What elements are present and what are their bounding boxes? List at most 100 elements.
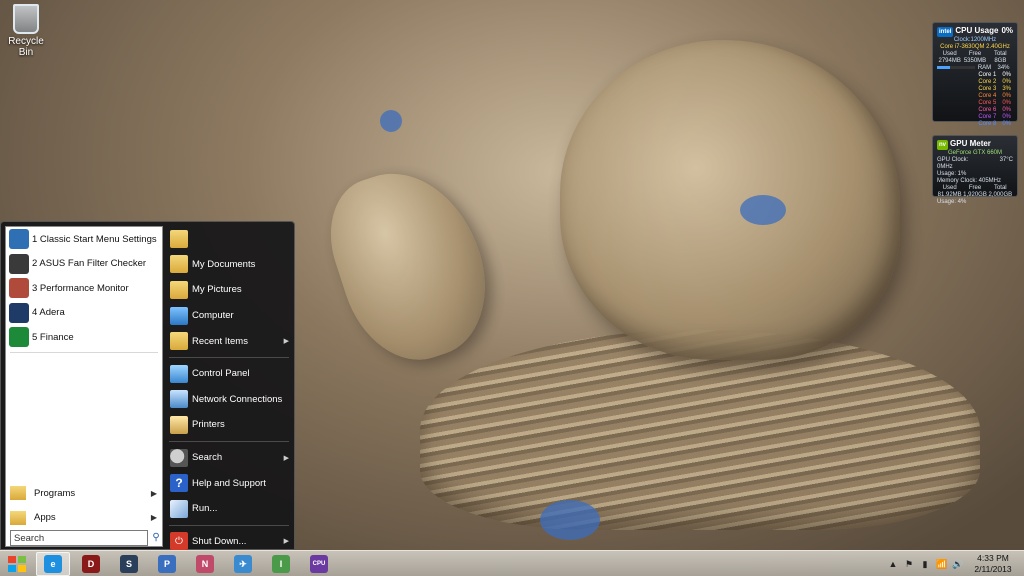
run-item[interactable]: Run... (165, 496, 293, 522)
recent-items-icon (170, 332, 188, 351)
core-value: 3% (1002, 86, 1011, 92)
taskbar-photo-app-button[interactable]: I (264, 552, 298, 576)
core-value: 0% (1002, 100, 1011, 106)
core-row: Core 4 0% (937, 93, 1013, 100)
gauge-icon (9, 278, 29, 299)
airplane-app-icon: ✈ (234, 555, 252, 573)
apps-menu-item[interactable]: Apps ▶ (6, 506, 162, 531)
cpu-usage-gadget[interactable]: intel CPU Usage 0% Clock:1200MHz Core i7-… (932, 22, 1018, 127)
ram-header-used: Used (942, 51, 957, 57)
run-icon (170, 499, 188, 518)
taskbar-diablo-button[interactable]: D (74, 552, 108, 576)
ram-total: 8GB (994, 58, 1007, 64)
computer-item[interactable]: Computer (165, 303, 293, 329)
taskbar-cpu-z-button[interactable]: CPU (302, 552, 336, 576)
taskbar-airplane-app-button[interactable]: ✈ (226, 552, 260, 576)
printer-icon (170, 415, 188, 434)
pinned-program-item[interactable]: 3 Performance Monitor (6, 276, 162, 301)
user-folder-item[interactable] (165, 226, 293, 252)
wallpaper-collar (420, 330, 980, 530)
gpu-mem-header-used: Used (942, 185, 957, 191)
gpu-mem-usage: Usage: 4% (937, 199, 967, 205)
gpu-mem-header-total: Total (993, 185, 1007, 191)
apps-label: Apps (34, 512, 56, 524)
gpu-meter-gadget[interactable]: nv GPU Meter GeForce GTX 660M GPU Clock: … (932, 135, 1018, 205)
tray-expand-icon[interactable]: ▲ (888, 559, 898, 569)
taskbar-paint-app-button[interactable]: P (150, 552, 184, 576)
ram-header-total: Total (993, 51, 1007, 57)
system-tray: ▲ ⚑ ▮ 📶 🔊 (888, 555, 964, 573)
gpu-clock: GPU Clock: 0MHz (937, 157, 969, 170)
my-pictures-label: My Pictures (192, 284, 242, 296)
shut-down-label: Shut Down... (192, 535, 247, 547)
tray-battery-icon[interactable]: ▮ (920, 559, 930, 570)
paint-app-icon: P (158, 555, 176, 573)
core-value: 0% (1002, 114, 1011, 120)
gpu-mem-free: 1,920GB (963, 192, 987, 198)
pinned-programs-list: 1 Classic Start Menu Settings 2 ASUS Fan … (6, 227, 162, 350)
right-pane-divider (169, 356, 289, 358)
pinned-program-label: 5 Finance (32, 331, 74, 343)
nvidia-logo-icon: nv (937, 140, 949, 150)
taskbar-internet-explorer-button[interactable]: e (36, 552, 70, 576)
gpu-usage: Usage: 1% (937, 171, 967, 177)
help-support-item[interactable]: ? Help and Support (165, 470, 293, 496)
right-pane-divider (169, 524, 289, 526)
core-row: Core 6 0% (937, 107, 1013, 114)
tray-flag-icon[interactable]: ⚑ (904, 559, 914, 570)
taskbar-steam-button[interactable]: S (112, 552, 146, 576)
documents-folder-icon (170, 255, 188, 274)
taskbar: e D S P N ✈ I CPU ▲ ⚑ ▮ 📶 🔊 4:33 PM 2/11/2013 (0, 550, 1024, 576)
ram-percent: 34% (997, 65, 1010, 71)
ram-label: RAM (977, 65, 992, 71)
chevron-right-icon: ▶ (283, 338, 289, 346)
pinned-program-item[interactable]: 2 ASUS Fan Filter Checker (6, 252, 162, 277)
taskbar-network-tool-button[interactable]: N (188, 552, 222, 576)
printers-item[interactable]: Printers (165, 412, 293, 438)
gpu-mem-used: 81.92MB (937, 192, 962, 198)
search-magnifier-icon[interactable]: ⚲ (149, 530, 163, 546)
recent-items-item[interactable]: Recent Items ▶ (165, 328, 293, 354)
search-item[interactable]: Search ▶ (165, 445, 293, 471)
my-documents-item[interactable]: My Documents (165, 252, 293, 278)
core-label: Core 4 (978, 93, 997, 99)
adera-icon (9, 302, 29, 323)
start-search-input[interactable] (10, 530, 148, 546)
chevron-right-icon: ▶ (283, 538, 289, 546)
start-menu[interactable]: 1 Classic Start Menu Settings 2 ASUS Fan … (0, 221, 295, 551)
pinned-program-item[interactable]: 5 Finance (6, 325, 162, 350)
help-icon: ? (170, 474, 188, 493)
core-label: Core 6 (978, 107, 997, 113)
pinned-program-item[interactable]: 4 Adera (6, 301, 162, 326)
recycle-bin[interactable]: Recycle Bin (2, 2, 50, 58)
pinned-program-label: 2 ASUS Fan Filter Checker (32, 258, 147, 270)
control-panel-icon (170, 364, 188, 383)
network-connections-item[interactable]: Network Connections (165, 387, 293, 413)
clock-time: 4:33 PM (977, 553, 1009, 563)
core-row: Core 7 0% (937, 114, 1013, 121)
core-label: Core 7 (978, 114, 997, 120)
core-label: Core 5 (978, 100, 997, 106)
core-row: Core 8 0% (937, 121, 1013, 128)
right-pane-divider (169, 440, 289, 442)
my-pictures-item[interactable]: My Pictures (165, 277, 293, 303)
start-menu-right-pane: My Documents My Pictures Computer Recent… (165, 226, 293, 554)
core-value: 0% (1002, 121, 1011, 127)
steam-icon: S (120, 555, 138, 573)
settings-shell-icon (9, 229, 29, 250)
network-connections-label: Network Connections (192, 393, 283, 405)
tray-volume-icon[interactable]: 🔊 (952, 559, 963, 570)
pinned-program-item[interactable]: 1 Classic Start Menu Settings (6, 227, 162, 252)
programs-menu-item[interactable]: Programs ▶ (6, 481, 162, 506)
run-label: Run... (192, 503, 218, 515)
start-button[interactable] (2, 553, 32, 575)
ram-header-free: Free (968, 51, 982, 57)
core-label: Core 2 (978, 79, 997, 85)
network-icon (170, 390, 188, 409)
control-panel-item[interactable]: Control Panel (165, 361, 293, 387)
tray-signal-icon[interactable]: 📶 (936, 559, 947, 570)
wallpaper-blue-patch (540, 500, 600, 540)
taskbar-clock[interactable]: 4:33 PM 2/11/2013 (966, 553, 1020, 575)
core-label: Core 3 (978, 86, 997, 92)
recycle-bin-icon (13, 4, 39, 34)
